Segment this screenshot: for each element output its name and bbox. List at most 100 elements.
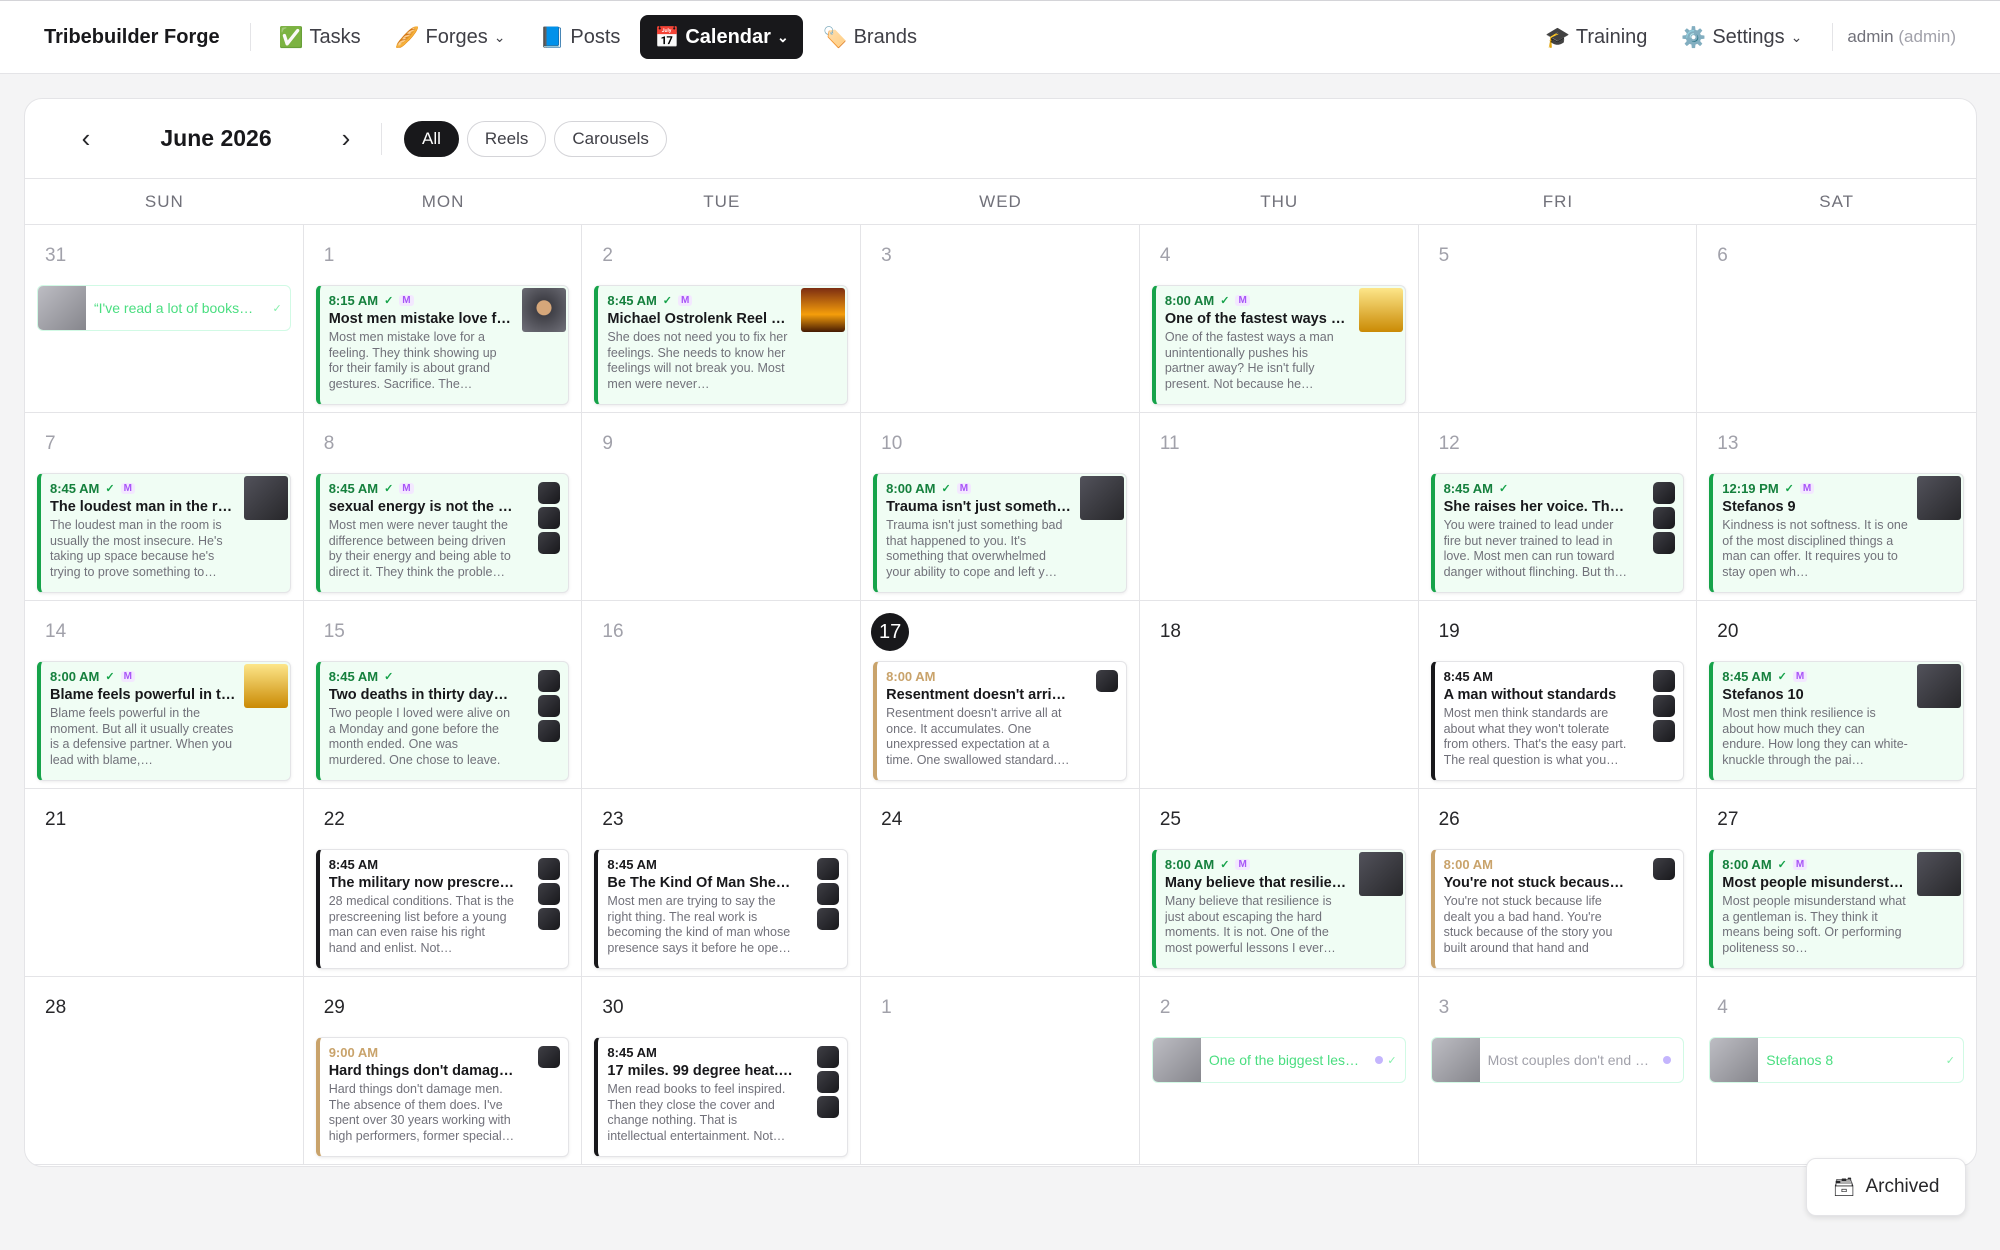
- archived-post-chip[interactable]: Stefanos 8 ✓: [1709, 1037, 1964, 1083]
- day-cell[interactable]: 14 8:00 AM ✓ M Blame feels powerful in t… Bla…: [25, 601, 304, 789]
- chip-title: Most couples don't end …: [1487, 1052, 1649, 1068]
- post-card[interactable]: 8:45 AM The military now prescree… 28 medi…: [315, 849, 570, 969]
- next-month-button[interactable]: ›: [331, 123, 361, 154]
- day-cell[interactable]: 24: [861, 789, 1140, 977]
- day-cell[interactable]: 15 8:45 AM ✓ Two deaths in thirty days e… Tw…: [303, 601, 583, 789]
- day-cell[interactable]: 5: [1418, 225, 1698, 413]
- day-cell[interactable]: 25 8:00 AM ✓ M Many believe that resilien… Ma…: [1139, 789, 1419, 977]
- check-icon: ✓: [1220, 859, 1230, 871]
- day-cell[interactable]: 11: [1139, 413, 1419, 601]
- day-cell[interactable]: 27 8:00 AM ✓ M Most people misundersta… Most …: [1697, 789, 1976, 977]
- nav-posts[interactable]: 📘 Posts: [526, 15, 635, 59]
- post-card[interactable]: 8:00 AM ✓ M One of the fastest ways a… One o…: [1151, 285, 1406, 405]
- post-thumbnail: [1152, 1038, 1201, 1082]
- chevron-down-icon: ⌄: [776, 28, 789, 45]
- post-card[interactable]: 8:45 AM ✓ M Michael Ostrolenk Reel —… She do…: [594, 285, 849, 405]
- day-cell[interactable]: 12 8:45 AM ✓ She raises her voice. The c… Yo…: [1418, 413, 1698, 601]
- day-cell[interactable]: 1 8:15 AM ✓ M Most men mistake love fo… Most …: [303, 225, 583, 413]
- user-menu[interactable]: admin (admin): [1847, 27, 1956, 47]
- chip-title: Stefanos 8: [1766, 1052, 1834, 1068]
- day-cell[interactable]: 29 9:00 AM Hard things don't damage … Hard …: [303, 977, 583, 1165]
- nav-training[interactable]: 🎓 Training: [1531, 15, 1661, 59]
- day-cell[interactable]: 16: [582, 601, 862, 789]
- day-cell[interactable]: 31 “I've read a lot of books… ✓: [25, 225, 304, 413]
- nav-calendar[interactable]: 📅 Calendar ⌄: [640, 15, 803, 59]
- post-title: Hard things don't damage …: [328, 1063, 515, 1079]
- filter-carousels[interactable]: Carousels: [554, 120, 667, 157]
- day-cell[interactable]: 26 8:00 AM You're not stuck because li… You…: [1418, 789, 1698, 977]
- day-cell[interactable]: 2 One of the biggest les… ✓: [1139, 977, 1419, 1165]
- day-number: 4: [1717, 997, 1728, 1018]
- day-cell[interactable]: 10 8:00 AM ✓ M Trauma isn't just somethi… Tra…: [861, 413, 1140, 601]
- day-cell[interactable]: 4 Stefanos 8 ✓: [1697, 977, 1976, 1165]
- day-cell[interactable]: 28: [25, 977, 304, 1165]
- nav-forges[interactable]: 🥖 Forges ⌄: [381, 15, 520, 59]
- post-card[interactable]: 8:15 AM ✓ M Most men mistake love fo… Most m…: [315, 285, 570, 405]
- app-brand[interactable]: Tribebuilder Forge: [44, 26, 220, 49]
- day-cell[interactable]: 13 12:19 PM ✓ M Stefanos 9 Kindness is not so…: [1697, 413, 1976, 601]
- archived-post-chip[interactable]: One of the biggest les… ✓: [1151, 1037, 1406, 1083]
- day-cell[interactable]: 3 Most couples don't end …: [1418, 977, 1698, 1165]
- post-card[interactable]: 8:00 AM ✓ M Blame feels powerful in t… Blame…: [37, 661, 291, 781]
- post-card[interactable]: 9:00 AM Hard things don't damage … Hard th…: [315, 1037, 570, 1157]
- post-excerpt: 28 medical conditions. That is the presc…: [328, 894, 514, 955]
- day-cell[interactable]: 20 8:45 AM ✓ M Stefanos 10 Most men think res…: [1697, 601, 1976, 789]
- day-number: 7: [45, 433, 56, 454]
- settings-label: Settings: [1712, 25, 1785, 48]
- brands-icon: 🏷️: [822, 26, 848, 49]
- day-cell[interactable]: 6: [1697, 225, 1976, 413]
- day-cell[interactable]: 8 8:45 AM ✓ Msexual energy is not the pr… Mo…: [303, 413, 583, 601]
- day-cell[interactable]: 23 8:45 AM Be The Kind Of Man She C… Most m…: [582, 789, 862, 977]
- post-card[interactable]: 8:00 AM You're not stuck because li… You'r…: [1430, 849, 1685, 969]
- post-card[interactable]: 8:45 AM ✓ She raises her voice. The c… You …: [1430, 473, 1685, 593]
- post-card[interactable]: 8:00 AM ✓ M Trauma isn't just somethi… Traum…: [873, 473, 1127, 593]
- post-time: 8:45 AM: [607, 857, 657, 872]
- day-cell[interactable]: 1: [861, 977, 1140, 1165]
- post-meta: 8:45 AM: [329, 857, 515, 872]
- day-number: 24: [881, 809, 903, 830]
- nav-settings[interactable]: ⚙️ Settings ⌄: [1667, 15, 1816, 59]
- carousel-thumbnail: [538, 532, 561, 554]
- day-cell[interactable]: 2 8:45 AM ✓ M Michael Ostrolenk Reel —… She d…: [582, 225, 862, 413]
- post-card[interactable]: 12:19 PM ✓ M Stefanos 9 Kindness is not soft…: [1709, 473, 1964, 593]
- day-cell[interactable]: 22 8:45 AM The military now prescree… 28 me…: [303, 789, 583, 977]
- post-thumbnail: [243, 664, 288, 708]
- weekday-header: SUN MON TUE WED THU FRI SAT: [25, 179, 1976, 225]
- post-excerpt: Most men think resilience is about how m…: [1722, 706, 1908, 767]
- post-title: Blame feels powerful in t…: [50, 687, 236, 703]
- post-card[interactable]: 8:45 AM ✓ Msexual energy is not the pr… Mos…: [315, 473, 570, 593]
- day-cell[interactable]: 30 8:45 AM 17 miles. 99 degree heat. E… Men…: [582, 977, 862, 1165]
- day-cell[interactable]: 3: [861, 225, 1140, 413]
- filter-all[interactable]: All: [404, 120, 459, 157]
- day-cell[interactable]: 18: [1139, 601, 1419, 789]
- post-card[interactable]: 8:00 AM ✓ M Many believe that resilien… Many…: [1151, 849, 1406, 969]
- archived-button[interactable]: 🗃 Archived: [1806, 1158, 1966, 1216]
- post-card[interactable]: 8:00 AM Resentment doesn't arrive … Resent…: [873, 661, 1127, 781]
- day-cell[interactable]: 7 8:45 AM ✓ M The loudest man in the ro… The …: [25, 413, 304, 601]
- filter-reels[interactable]: Reels: [466, 120, 547, 157]
- post-card[interactable]: 8:45 AM 17 miles. 99 degree heat. E… Men r…: [594, 1037, 849, 1157]
- post-time: 8:45 AM: [607, 293, 657, 308]
- post-card[interactable]: 8:45 AM ✓ M Stefanos 10 Most men think resil…: [1709, 661, 1964, 781]
- nav-tasks[interactable]: ✅ Tasks: [265, 15, 375, 59]
- training-icon: 🎓: [1545, 26, 1570, 49]
- day-cell[interactable]: 9: [582, 413, 862, 601]
- archived-post-chip[interactable]: Most couples don't end …: [1430, 1037, 1685, 1083]
- prev-month-button[interactable]: ‹: [71, 123, 101, 154]
- archived-post-chip[interactable]: “I've read a lot of books… ✓: [37, 285, 291, 331]
- post-card[interactable]: 8:45 AM A man without standards Most men t…: [1430, 661, 1685, 781]
- post-card[interactable]: 8:45 AM ✓ Two deaths in thirty days e… Two …: [315, 661, 570, 781]
- day-cell[interactable]: 19 8:45 AM A man without standards Most men…: [1418, 601, 1698, 789]
- post-card[interactable]: 8:45 AM ✓ M The loudest man in the ro… The l…: [37, 473, 291, 593]
- carousel-thumbnail: [538, 858, 561, 880]
- today-date: 17: [871, 613, 910, 651]
- nav-brands[interactable]: 🏷️ Brands: [809, 15, 931, 59]
- day-cell[interactable]: 4 8:00 AM ✓ M One of the fastest ways a… One …: [1139, 225, 1419, 413]
- post-card[interactable]: 8:00 AM ✓ M Most people misundersta… Most pe…: [1709, 849, 1964, 969]
- post-card[interactable]: 8:45 AM Be The Kind Of Man She C… Most men…: [594, 849, 849, 969]
- post-meta: 8:00 AM ✓ M: [1722, 857, 1909, 872]
- day-cell[interactable]: 17 8:00 AM Resentment doesn't arrive … Rese…: [861, 601, 1140, 789]
- day-number: 1: [323, 245, 335, 266]
- day-number: 21: [45, 809, 67, 830]
- day-cell[interactable]: 21: [25, 789, 304, 977]
